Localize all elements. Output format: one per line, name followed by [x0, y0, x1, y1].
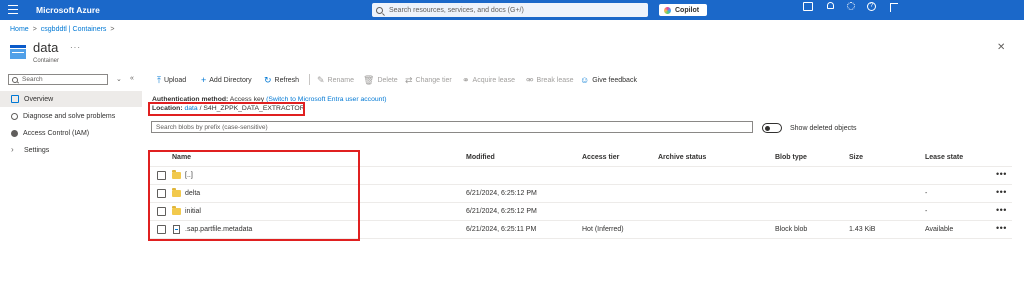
cloud-shell-icon[interactable]	[803, 2, 813, 11]
row-lease-state: Available	[925, 226, 954, 233]
blob-search-placeholder: Search blobs by prefix (case-sensitive)	[156, 123, 268, 131]
breadcrumb-separator: >	[110, 26, 115, 33]
give-feedback-label: Give feedback	[592, 76, 637, 84]
feedback-icon: ☺	[580, 75, 590, 85]
change-tier-button[interactable]: ⇄ Change tier	[405, 74, 452, 86]
copilot-icon	[664, 6, 671, 14]
upload-label: Upload	[163, 76, 187, 84]
notifications-bell-icon[interactable]	[827, 2, 834, 9]
help-icon[interactable]: ?	[867, 2, 876, 11]
sidebar-item-label: Settings	[24, 146, 50, 154]
breadcrumb-home[interactable]: Home	[10, 26, 29, 33]
row-lease-state: -	[925, 208, 928, 215]
location-highlight-box	[148, 102, 305, 116]
acquire-lease-button[interactable]: ⚭ Acquire lease	[462, 74, 515, 86]
copilot-button[interactable]: Copilot	[659, 4, 707, 16]
column-header-blob-type[interactable]: Blob type	[775, 154, 807, 161]
column-header-size[interactable]: Size	[849, 154, 863, 161]
close-icon[interactable]: ✕	[997, 42, 1005, 53]
upload-icon: ⤒	[157, 74, 161, 85]
row-modified: 6/21/2024, 6:25:12 PM	[466, 208, 537, 215]
page-subtitle: Container	[33, 58, 60, 64]
column-header-access-tier[interactable]: Access tier	[582, 154, 619, 161]
search-icon	[376, 6, 383, 14]
breadcrumb-containers[interactable]: csgbddtl | Containers	[41, 26, 107, 33]
people-icon	[11, 129, 18, 137]
column-header-lease-state[interactable]: Lease state	[925, 154, 963, 161]
sidebar-item-diagnose[interactable]: Diagnose and solve problems	[0, 108, 142, 124]
show-deleted-toggle[interactable]	[762, 123, 782, 133]
settings-gear-icon[interactable]	[847, 2, 855, 10]
upload-button[interactable]: ⤒ Upload	[157, 74, 186, 86]
container-icon	[10, 45, 26, 59]
blob-prefix-search-input[interactable]: Search blobs by prefix (case-sensitive)	[151, 121, 753, 133]
refresh-icon: ↻	[264, 74, 272, 85]
breadcrumb: Home > csgbddtl | Containers >	[10, 26, 115, 33]
feedback-icon[interactable]	[890, 3, 898, 12]
sidebar-item-label: Diagnose and solve problems	[23, 112, 116, 120]
column-header-modified[interactable]: Modified	[466, 154, 495, 161]
broken-link-icon: ⚮	[526, 74, 534, 85]
top-bar: Microsoft Azure Search resources, servic…	[0, 0, 1024, 20]
row-more-options-icon[interactable]: •••	[996, 169, 1007, 179]
trash-icon: 🗑	[363, 74, 375, 85]
delete-button[interactable]: 🗑 Delete	[363, 74, 398, 86]
rename-icon: ✎	[317, 74, 325, 85]
expand-collapse-icon[interactable]: ⌄	[116, 75, 122, 83]
show-deleted-label: Show deleted objects	[790, 125, 857, 132]
add-directory-button[interactable]: + Add Directory	[201, 74, 252, 86]
refresh-label: Refresh	[274, 76, 300, 84]
row-more-options-icon[interactable]: •••	[996, 187, 1007, 197]
delete-label: Delete	[377, 76, 398, 84]
row-lease-state: -	[925, 190, 928, 197]
copilot-label: Copilot	[675, 6, 700, 14]
plus-icon: +	[201, 75, 207, 85]
global-search-input[interactable]: Search resources, services, and docs (G+…	[372, 3, 648, 17]
rename-button[interactable]: ✎ Rename	[317, 74, 354, 86]
sidebar-item-iam[interactable]: Access Control (IAM)	[0, 125, 142, 141]
swap-arrows-icon: ⇄	[405, 74, 413, 85]
breadcrumb-separator: >	[32, 26, 37, 33]
column-header-archive-status[interactable]: Archive status	[658, 154, 706, 161]
row-modified: 6/21/2024, 6:25:11 PM	[466, 226, 537, 233]
chevron-right-icon: ›	[11, 145, 14, 154]
more-options-icon[interactable]: ···	[70, 43, 81, 52]
hamburger-menu-icon[interactable]	[8, 5, 18, 15]
name-column-highlight-box	[148, 150, 360, 241]
overview-icon	[11, 95, 19, 103]
sidebar-search-placeholder: Search	[22, 76, 43, 83]
row-access-tier: Hot (Inferred)	[582, 226, 624, 233]
search-icon	[12, 76, 18, 83]
global-search-placeholder: Search resources, services, and docs (G+…	[389, 6, 524, 14]
row-modified: 6/21/2024, 6:25:12 PM	[466, 190, 537, 197]
add-directory-label: Add Directory	[209, 76, 252, 84]
row-blob-type: Block blob	[775, 226, 808, 233]
sidebar-item-label: Overview	[24, 95, 54, 103]
toolbar-divider	[309, 74, 310, 85]
link-icon: ⚭	[462, 74, 470, 85]
row-size: 1.43 KiB	[849, 226, 876, 233]
wrench-icon	[11, 112, 18, 120]
acquire-lease-label: Acquire lease	[472, 76, 515, 84]
sidebar-item-overview[interactable]: Overview	[0, 91, 142, 107]
sidebar-item-settings[interactable]: › Settings	[0, 142, 142, 158]
give-feedback-button[interactable]: ☺ Give feedback	[580, 74, 637, 86]
refresh-button[interactable]: ↻ Refresh	[264, 74, 299, 86]
rename-label: Rename	[327, 76, 355, 84]
row-more-options-icon[interactable]: •••	[996, 223, 1007, 233]
page-title: data	[33, 40, 59, 55]
change-tier-label: Change tier	[415, 76, 452, 84]
sidebar-search-input[interactable]: Search	[8, 74, 108, 85]
collapse-sidebar-icon[interactable]: «	[130, 75, 134, 82]
break-lease-label: Break lease	[536, 76, 574, 84]
break-lease-button[interactable]: ⚮ Break lease	[526, 74, 574, 86]
brand-title[interactable]: Microsoft Azure	[36, 5, 100, 15]
sidebar-item-label: Access Control (IAM)	[23, 129, 90, 137]
row-more-options-icon[interactable]: •••	[996, 205, 1007, 215]
